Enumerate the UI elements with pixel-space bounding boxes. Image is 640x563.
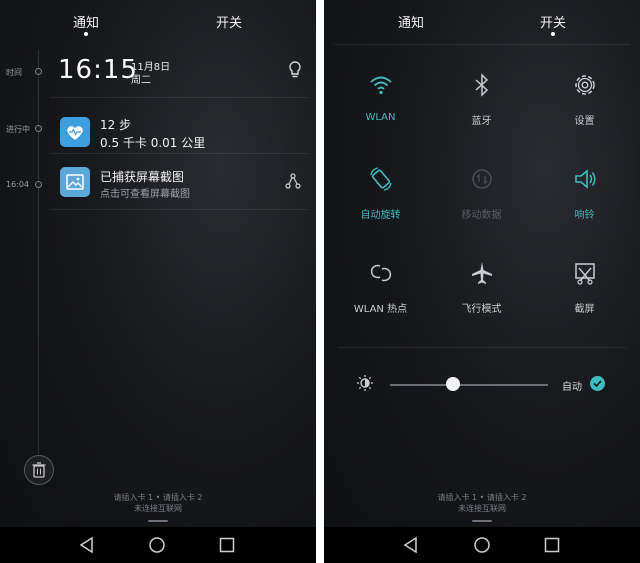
toggle-auto-rotate[interactable]: 自动旋转 [328,166,433,221]
toggle-label: 飞行模式 [461,304,502,315]
divider [338,347,626,348]
tab-notifications-label: 通知 [73,16,100,31]
screenshot-icon [574,263,595,285]
tab-switches[interactable]: 开关 [216,12,242,31]
network-status: 未连接互联网 [134,504,182,513]
home-icon[interactable] [147,535,167,555]
clock-weekday: 周二 [131,75,151,86]
divider [334,44,630,45]
settings-shortcut[interactable]: 设置 [532,72,637,127]
health-heart-icon [67,126,83,140]
auto-brightness-checkbox[interactable] [590,376,605,391]
drag-handle[interactable] [472,520,492,522]
tab-notifications[interactable]: 通知 [398,12,424,31]
sim-status: 请插入卡 1 • 请插入卡 2 [437,493,527,502]
toggle-label: WLAN 热点 [353,304,408,315]
timeline-dot [35,68,42,75]
notification-title: 12 步 [100,118,132,132]
panel-tabs: 通知 开关 [0,0,316,40]
active-tab-indicator [84,32,88,36]
brightness-slider-track[interactable] [390,384,548,386]
active-tab-indicator [551,32,555,36]
back-icon[interactable] [401,535,421,555]
clear-all-button[interactable] [24,455,54,485]
timeline-event-time: 16:04 [6,180,30,189]
timeline-line [38,50,39,460]
image-icon [66,174,84,190]
tab-notifications-label: 通知 [398,16,425,31]
toggle-label: 自动旋转 [360,210,401,221]
toggle-bluetooth[interactable]: 蓝牙 [429,72,534,127]
auto-brightness-label: 自动 [562,382,582,393]
toggle-label: WLAN [365,112,396,123]
toggle-label: 截屏 [574,304,595,315]
trash-icon [32,462,46,478]
check-icon [593,380,602,388]
brightness-icon [357,375,373,391]
bluetooth-icon [474,73,488,97]
home-icon[interactable] [472,535,492,555]
mobile-data-icon [471,169,492,189]
toggle-mobile-data: 移动数据 [429,166,534,221]
toggle-label: 响铃 [574,210,595,221]
gear-icon [574,75,595,95]
clock-time: 16:15 [58,55,138,85]
share-icon[interactable] [285,173,301,189]
toggle-ring[interactable]: 响铃 [532,166,637,221]
notification-detail: 0.5 千卡 0.01 公里 [100,136,206,150]
divider [50,209,308,210]
timeline-time-label: 时间 [6,68,22,77]
recents-icon[interactable] [542,535,562,555]
toggle-airplane-mode[interactable]: 飞行模式 [429,260,534,315]
timeline-ongoing-label: 进行中 [6,125,30,134]
panel-tabs: 通知 开关 [324,0,640,40]
screenshot-shortcut[interactable]: 截屏 [532,260,637,315]
toggle-wlan[interactable]: WLAN [328,72,433,123]
toggle-label: 蓝牙 [471,116,492,127]
wifi-icon [369,76,392,95]
tab-switches-label: 开关 [540,16,567,31]
health-app-icon [60,117,90,147]
lightbulb-icon[interactable] [287,60,303,80]
divider [50,153,308,154]
tab-notifications[interactable]: 通知 [73,12,100,36]
switches-panel-screen: 通知 开关 WLAN 蓝牙 设置 自动旋转 移动数据 响铃 WLAN 热点 飞行… [324,0,640,563]
notification-title: 已捕获屏幕截图 [100,170,185,184]
brightness-slider-thumb[interactable] [446,377,461,391]
recents-icon[interactable] [217,535,237,555]
navigation-bar [0,527,316,563]
airplane-icon [471,262,492,284]
tab-switches[interactable]: 开关 [540,12,567,36]
notification-panel-screen: 通知 开关 时间 进行中 16:04 16:15 11月8日 周二 12 步 0… [0,0,316,563]
sim-status: 请插入卡 1 • 请插入卡 2 [113,493,203,502]
toggle-label: 移动数据 [461,210,502,221]
timeline-dot [35,181,42,188]
toggle-label: 设置 [574,116,595,127]
drag-handle[interactable] [148,520,168,522]
toggle-wlan-hotspot[interactable]: WLAN 热点 [328,260,433,315]
navigation-bar [324,527,640,563]
notification-detail: 点击可查看屏幕截图 [100,189,190,200]
timeline-dot [35,125,42,132]
hotspot-icon [370,264,391,282]
tab-switches-label: 开关 [216,16,243,31]
gallery-app-icon [60,167,90,197]
back-icon[interactable] [77,535,97,555]
divider [50,97,308,98]
network-status: 未连接互联网 [458,504,506,513]
auto-rotate-icon [369,167,392,191]
speaker-icon [574,169,595,189]
